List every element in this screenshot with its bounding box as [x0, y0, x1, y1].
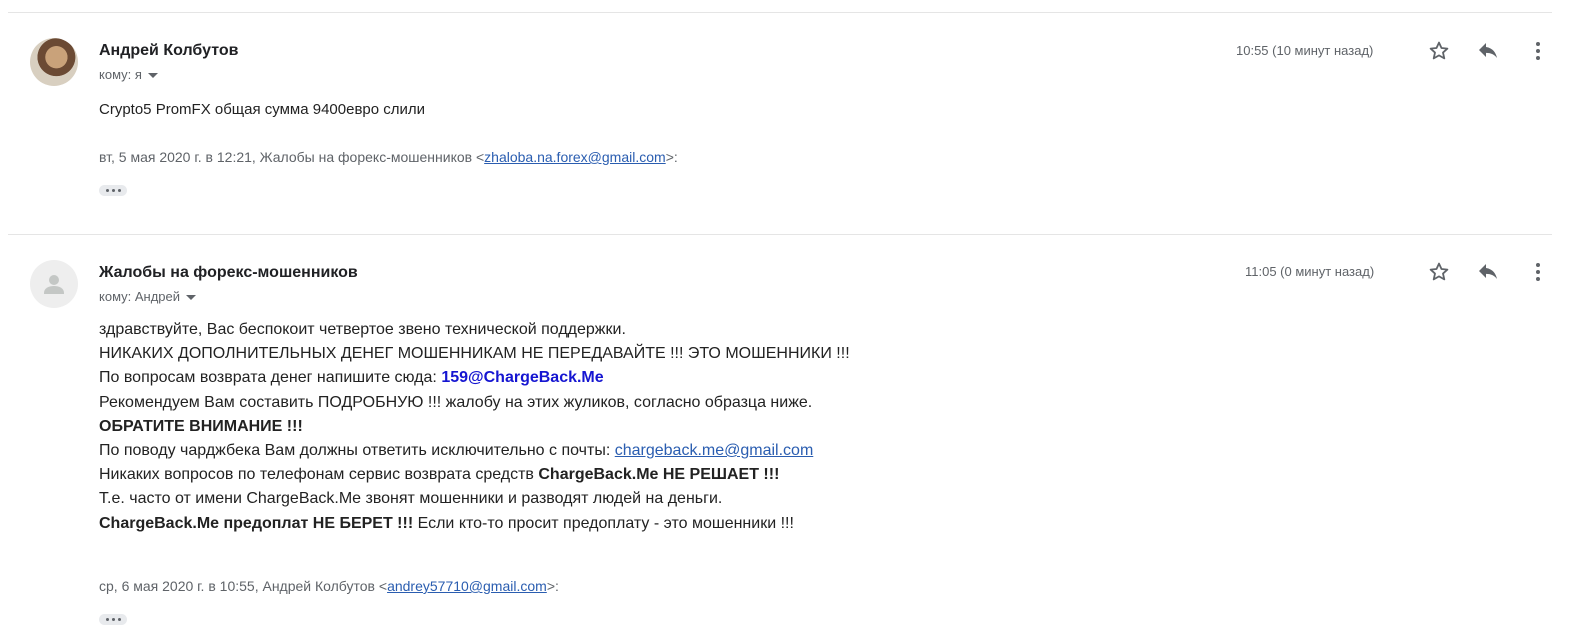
- body-bold-text: ChargeBack.Me НЕ РЕШАЕТ !!!: [538, 466, 780, 484]
- sender-avatar[interactable]: [30, 260, 78, 308]
- body-line: ChargeBack.Me предоплат НЕ БЕРЕТ !!! Есл…: [99, 512, 850, 536]
- quote-suffix: >:: [546, 578, 559, 594]
- dot: [105, 618, 109, 621]
- reply-icon[interactable]: [1476, 39, 1500, 63]
- quote-prefix: вт, 5 мая 2020 г. в 12:21, Жалобы на фор…: [99, 149, 485, 165]
- body-bold-text: ChargeBack.Me предоплат НЕ БЕРЕТ !!!: [99, 514, 414, 532]
- body-line: ОБРАТИТЕ ВНИМАНИЕ !!!: [99, 417, 303, 435]
- message-time: 11:05 (0 минут назад): [1245, 264, 1375, 279]
- sender-avatar[interactable]: [30, 38, 78, 86]
- dot: [111, 189, 115, 192]
- dot: [105, 189, 109, 192]
- body-line: Т.е. часто от имени ChargeBack.Me звонят…: [99, 490, 723, 508]
- dot: [117, 618, 121, 621]
- quote-email-link[interactable]: zhaloba.na.forex@gmail.com: [484, 149, 666, 165]
- message-body: здравствуйте, Вас беспокоит четвертое зв…: [99, 318, 850, 536]
- body-line: По вопросам возврата денег напишите сюда…: [99, 366, 850, 390]
- chargeback-email[interactable]: 159@ChargeBack.Me: [441, 369, 603, 386]
- sender-name[interactable]: Жалобы на форекс-мошенников: [99, 264, 358, 282]
- sender-name[interactable]: Андрей Колбутов: [99, 42, 238, 60]
- body-line: По поводу чарджбека Вам должны ответить …: [99, 439, 850, 463]
- person-icon: [44, 275, 64, 294]
- recipient-label: кому: Андрей: [99, 289, 181, 304]
- recipient-label: кому: я: [99, 67, 142, 82]
- body-text: По вопросам возврата денег напишите сюда…: [99, 369, 442, 387]
- star-icon[interactable]: [1427, 260, 1451, 284]
- message-time: 10:55 (10 минут назад): [1236, 43, 1374, 58]
- body-text: По поводу чарджбека Вам должны ответить …: [99, 442, 615, 460]
- show-trimmed-content-button[interactable]: [99, 614, 127, 625]
- chevron-down-icon[interactable]: [147, 72, 158, 78]
- dot: [117, 189, 121, 192]
- quote-header: вт, 5 мая 2020 г. в 12:21, Жалобы на фор…: [99, 149, 678, 165]
- quote-email-link[interactable]: andrey57710@gmail.com: [387, 578, 547, 594]
- chevron-down-icon[interactable]: [186, 294, 197, 300]
- body-text: Никаких вопросов по телефонам сервис воз…: [99, 466, 539, 484]
- message-body: Crypto5 PromFX общая сумма 9400евро слил…: [99, 101, 426, 118]
- star-icon[interactable]: [1427, 39, 1451, 63]
- recipient-line[interactable]: кому: Андрей: [99, 289, 197, 304]
- show-trimmed-content-button[interactable]: [99, 185, 127, 196]
- dot: [111, 618, 115, 621]
- body-line: здравствуйте, Вас беспокоит четвертое зв…: [99, 321, 626, 338]
- message-divider: [8, 234, 1552, 235]
- recipient-line[interactable]: кому: я: [99, 67, 158, 82]
- quote-suffix: >:: [665, 149, 678, 165]
- quote-header: ср, 6 мая 2020 г. в 10:55, Андрей Колбут…: [99, 578, 559, 594]
- body-line: Рекомендуем Вам составить ПОДРОБНУЮ !!! …: [99, 393, 813, 411]
- body-line: Никаких вопросов по телефонам сервис воз…: [99, 463, 850, 487]
- body-line: НИКАКИХ ДОПОЛНИТЕЛЬНЫХ ДЕНЕГ МОШЕННИКАМ …: [99, 345, 850, 363]
- body-text: Если кто-то просит предоплату - это моше…: [413, 514, 794, 532]
- more-vert-icon[interactable]: [1526, 39, 1550, 63]
- reply-icon[interactable]: [1476, 260, 1500, 284]
- top-divider: [8, 12, 1552, 13]
- chargeback-gmail-link[interactable]: chargeback.me@gmail.com: [615, 442, 814, 459]
- more-vert-icon[interactable]: [1526, 260, 1550, 284]
- quote-prefix: ср, 6 мая 2020 г. в 10:55, Андрей Колбут…: [99, 578, 388, 594]
